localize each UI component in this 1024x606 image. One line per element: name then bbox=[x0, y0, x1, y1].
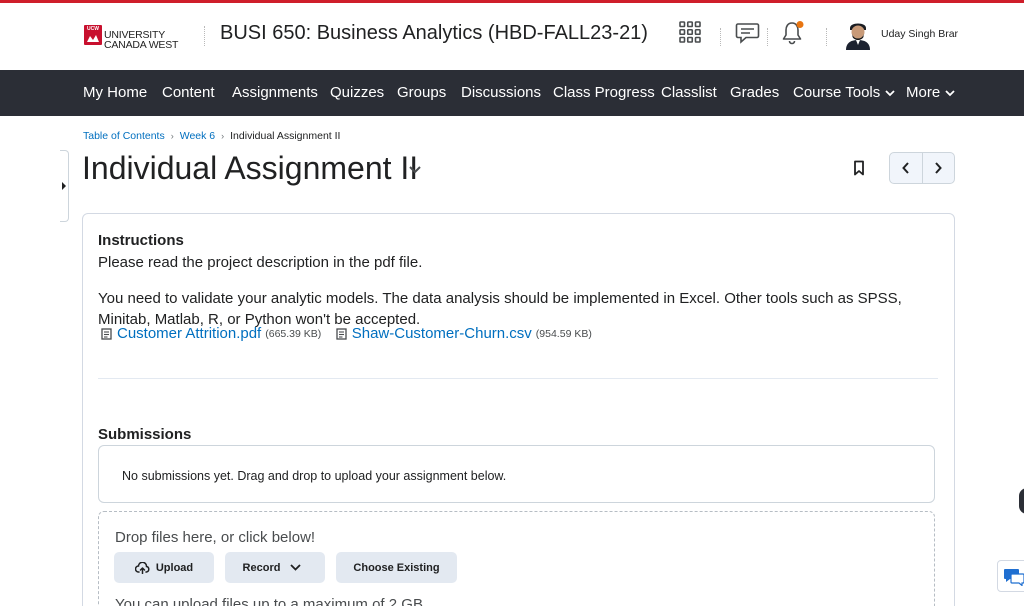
choose-existing-button[interactable]: Choose Existing bbox=[336, 552, 457, 583]
choose-existing-button-label: Choose Existing bbox=[353, 561, 440, 574]
file-icon bbox=[336, 327, 347, 340]
sidebar-toggle[interactable] bbox=[60, 150, 69, 222]
nav-grades[interactable]: Grades bbox=[730, 84, 779, 101]
bell-icon[interactable] bbox=[780, 20, 806, 46]
header-divider bbox=[204, 26, 205, 46]
chevron-left-icon bbox=[901, 162, 909, 174]
upload-button[interactable]: Upload bbox=[114, 552, 214, 583]
avatar[interactable] bbox=[844, 18, 872, 50]
chevron-down-icon bbox=[945, 89, 955, 96]
caret-right-icon bbox=[62, 182, 66, 190]
topic-pager bbox=[889, 152, 955, 184]
nav-assignments[interactable]: Assignments bbox=[232, 84, 318, 101]
title-chevron-down-icon[interactable] bbox=[408, 164, 422, 176]
chevron-right-icon bbox=[935, 162, 943, 174]
header-divider bbox=[767, 28, 768, 46]
nav-quizzes[interactable]: Quizzes bbox=[330, 84, 384, 101]
breadcrumb-separator-icon: › bbox=[170, 131, 174, 141]
file-size: (665.39 KB) bbox=[265, 327, 322, 340]
logo-line2: CANADA WEST bbox=[104, 39, 179, 51]
chat-bubble-icon bbox=[1004, 569, 1024, 586]
attachment-link-customer-attrition[interactable]: Customer Attrition.pdf bbox=[117, 325, 261, 342]
nav-groups[interactable]: Groups bbox=[397, 84, 446, 101]
user-name[interactable]: Uday Singh Brar bbox=[881, 28, 958, 40]
breadcrumb-table-of-contents[interactable]: Table of Contents bbox=[83, 130, 165, 142]
previous-topic-button[interactable] bbox=[890, 153, 923, 183]
floating-widget-button[interactable] bbox=[1019, 488, 1024, 514]
upload-limit-text: You can upload files up to a maximum of … bbox=[115, 596, 428, 606]
drop-zone-text: Drop files here, or click below! bbox=[115, 529, 316, 546]
submissions-heading: Submissions bbox=[98, 426, 192, 443]
header-divider bbox=[720, 28, 721, 46]
chevron-down-icon bbox=[885, 89, 895, 96]
attachment-link-shaw-customer-churn[interactable]: Shaw-Customer-Churn.csv bbox=[352, 325, 532, 342]
logo-mark: UCW bbox=[84, 25, 102, 45]
instructions-paragraph: Please read the project description in t… bbox=[98, 254, 423, 271]
attachment-item: Customer Attrition.pdf (665.39 KB) bbox=[101, 325, 321, 342]
bookmark-icon[interactable] bbox=[853, 160, 865, 176]
breadcrumb: Table of Contents › Week 6 › Individual Assi… bbox=[83, 130, 340, 142]
nav-class-progress[interactable]: Class Progress bbox=[553, 84, 655, 101]
divider bbox=[98, 378, 938, 379]
nav-content[interactable]: Content bbox=[162, 84, 215, 101]
instructions-paragraph: You need to validate your analytic model… bbox=[98, 290, 902, 328]
course-title[interactable]: BUSI 650: Business Analytics (HBD-FALL23… bbox=[220, 22, 648, 45]
attachment-list: Customer Attrition.pdf (665.39 KB) Shaw-… bbox=[101, 325, 602, 345]
breadcrumb-week-6[interactable]: Week 6 bbox=[180, 130, 215, 142]
upload-button-label: Upload bbox=[155, 561, 194, 574]
nav-classlist[interactable]: Classlist bbox=[661, 84, 717, 101]
chevron-down-icon bbox=[290, 564, 302, 571]
record-button-label: Record bbox=[242, 561, 281, 574]
nav-discussions[interactable]: Discussions bbox=[461, 84, 541, 101]
record-button[interactable]: Record bbox=[225, 552, 325, 583]
chat-icon[interactable] bbox=[735, 20, 761, 46]
file-icon bbox=[101, 327, 112, 340]
header-divider bbox=[826, 28, 827, 46]
file-size: (954.59 KB) bbox=[535, 327, 592, 340]
nav-my-home[interactable]: My Home bbox=[83, 84, 147, 101]
breadcrumb-separator-icon: › bbox=[221, 131, 225, 141]
page-title: Individual Assignment II bbox=[82, 150, 419, 186]
nav-more-label: More bbox=[906, 84, 941, 101]
file-drop-zone[interactable] bbox=[98, 511, 935, 606]
help-chat-button[interactable] bbox=[997, 560, 1024, 592]
course-navbar: My Home Content Assignments Quizzes Grou… bbox=[0, 70, 1024, 116]
next-topic-button[interactable] bbox=[923, 153, 955, 183]
breadcrumb-current: Individual Assignment II bbox=[230, 130, 341, 142]
nav-course-tools-label: Course Tools bbox=[793, 84, 881, 101]
university-logo[interactable]: UCW UNIVERSITY CANADA WEST bbox=[84, 25, 188, 53]
submissions-empty-message: No submissions yet. Drag and drop to upl… bbox=[122, 469, 507, 483]
instructions-heading: Instructions bbox=[98, 232, 184, 249]
submissions-status-box: No submissions yet. Drag and drop to upl… bbox=[98, 445, 935, 503]
cloud-upload-icon bbox=[134, 561, 150, 574]
nav-more[interactable]: More bbox=[906, 84, 955, 101]
grid-icon[interactable] bbox=[678, 20, 704, 46]
nav-course-tools[interactable]: Course Tools bbox=[793, 84, 895, 101]
attachment-item: Shaw-Customer-Churn.csv (954.59 KB) bbox=[336, 325, 592, 342]
